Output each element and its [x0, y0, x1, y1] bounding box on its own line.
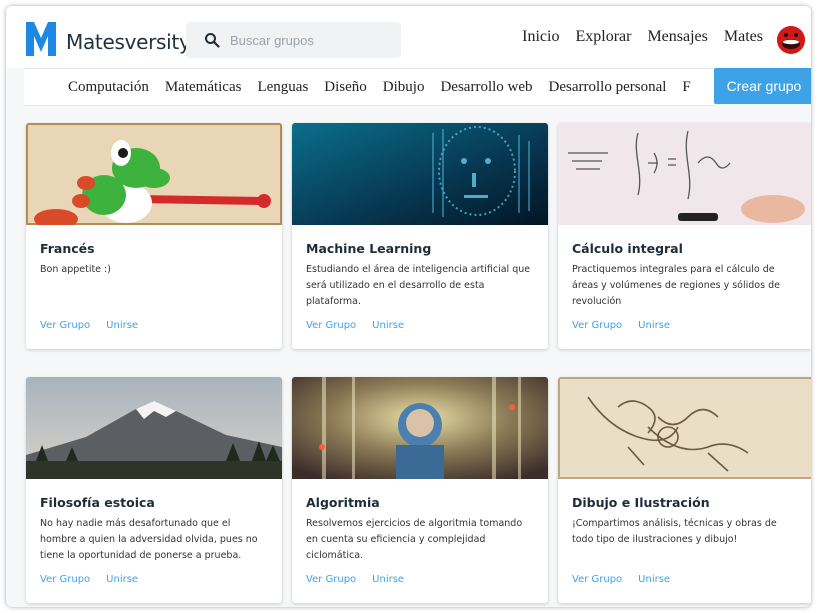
create-group-button[interactable]: Crear grupo — [714, 68, 811, 104]
category-dibujo[interactable]: Dibujo — [383, 69, 425, 105]
group-card-calculo-integral: Cálculo integral Practiquemos integrales… — [558, 123, 811, 349]
nav-explorar[interactable]: Explorar — [575, 28, 631, 46]
group-description: Resolvemos ejercicios de algoritmia toma… — [306, 518, 523, 561]
nav-user[interactable]: Mates — [724, 28, 763, 46]
category-diseno[interactable]: Diseño — [324, 69, 367, 105]
group-title[interactable]: Machine Learning — [306, 241, 534, 256]
top-nav: Inicio Explorar Mensajes Mates — [522, 28, 763, 46]
group-image-whiteboard[interactable] — [558, 123, 811, 225]
search-input[interactable] — [228, 31, 392, 49]
view-group-link[interactable]: Ver Grupo — [572, 320, 622, 331]
view-group-link[interactable]: Ver Grupo — [40, 574, 90, 585]
group-title[interactable]: Filosofía estoica — [40, 495, 268, 510]
logo-icon[interactable] — [26, 22, 56, 56]
nav-mensajes[interactable]: Mensajes — [647, 28, 707, 46]
group-image-game-art[interactable] — [292, 377, 548, 479]
category-desarrollo-web[interactable]: Desarrollo web — [440, 69, 532, 105]
group-description: Estudiando el área de inteligencia artif… — [306, 264, 531, 307]
group-description: No hay nadie más desafortunado que el ho… — [40, 518, 258, 561]
avatar-face-icon — [777, 26, 805, 54]
group-card-filosofia-estoica: Filosofía estoica No hay nadie más desaf… — [26, 377, 282, 603]
group-image-sketch[interactable] — [558, 377, 811, 479]
nav-inicio[interactable]: Inicio — [522, 28, 559, 46]
join-group-link[interactable]: Unirse — [106, 574, 138, 585]
group-card-machine-learning: Machine Learning Estudiando el área de i… — [292, 123, 548, 349]
group-description: Bon appetite :) — [40, 264, 111, 275]
group-card-algoritmia: Algoritmia Resolvemos ejercicios de algo… — [292, 377, 548, 603]
group-image-mountain[interactable] — [26, 377, 282, 479]
category-computacion[interactable]: Computación — [68, 69, 149, 105]
join-group-link[interactable]: Unirse — [372, 574, 404, 585]
avatar[interactable] — [777, 26, 805, 54]
group-title[interactable]: Dibujo e Ilustración — [572, 495, 800, 510]
group-description: ¡Compartimos análisis, técnicas y obras … — [572, 518, 777, 545]
search-icon — [205, 33, 220, 48]
group-image-digital-face[interactable] — [292, 123, 548, 225]
category-bar: Computación Matemáticas Lenguas Diseño D… — [24, 68, 714, 106]
view-group-link[interactable]: Ver Grupo — [306, 320, 356, 331]
category-truncated[interactable]: F — [682, 69, 690, 105]
join-group-link[interactable]: Unirse — [638, 574, 670, 585]
category-desarrollo-personal[interactable]: Desarrollo personal — [549, 69, 667, 105]
join-group-link[interactable]: Unirse — [372, 320, 404, 331]
search-box[interactable] — [186, 22, 401, 58]
app-window: Matesversity Inicio Explorar Mensajes Ma… — [6, 6, 811, 607]
brand-name[interactable]: Matesversity — [66, 30, 191, 54]
group-title[interactable]: Algoritmia — [306, 495, 534, 510]
top-header: Matesversity Inicio Explorar Mensajes Ma… — [6, 6, 811, 68]
view-group-link[interactable]: Ver Grupo — [306, 574, 356, 585]
group-title[interactable]: Cálculo integral — [572, 241, 800, 256]
category-lenguas[interactable]: Lenguas — [257, 69, 308, 105]
view-group-link[interactable]: Ver Grupo — [40, 320, 90, 331]
join-group-link[interactable]: Unirse — [638, 320, 670, 331]
join-group-link[interactable]: Unirse — [106, 320, 138, 331]
group-grid: Francés Bon appetite :) Ver Grupo Unirse — [26, 123, 811, 603]
view-group-link[interactable]: Ver Grupo — [572, 574, 622, 585]
group-image-yoshi[interactable] — [26, 123, 282, 225]
group-title[interactable]: Francés — [40, 241, 268, 256]
group-card-dibujo-ilustracion: Dibujo e Ilustración ¡Compartimos anális… — [558, 377, 811, 603]
group-card-frances: Francés Bon appetite :) Ver Grupo Unirse — [26, 123, 282, 349]
category-matematicas[interactable]: Matemáticas — [165, 69, 242, 105]
group-description: Practiquemos integrales para el cálculo … — [572, 264, 780, 307]
